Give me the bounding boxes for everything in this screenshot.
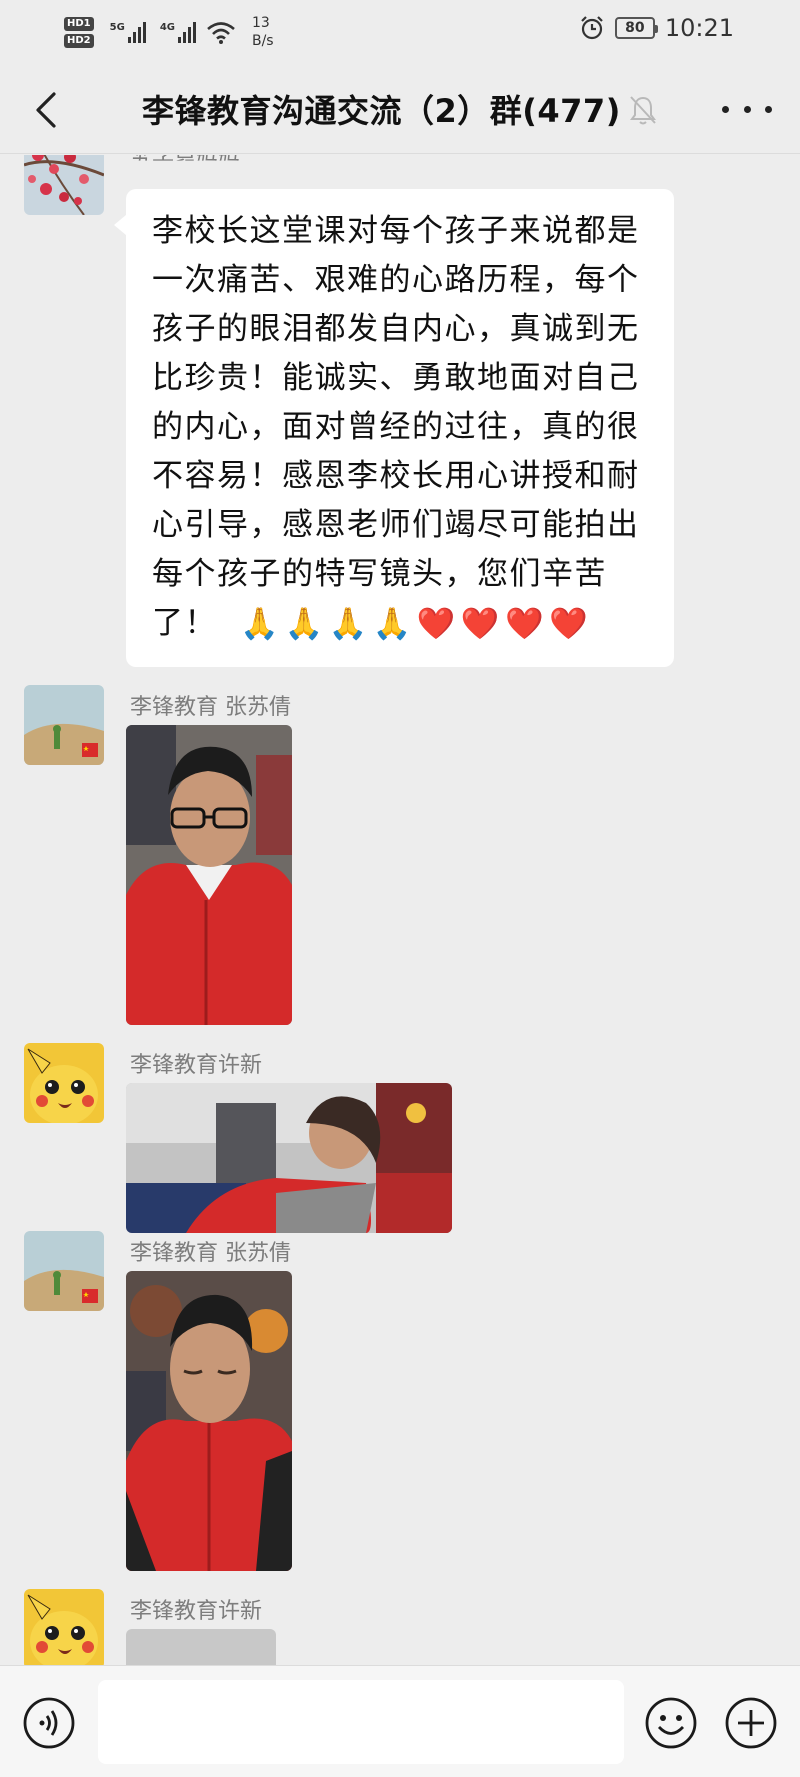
message-input[interactable] [98,1680,624,1764]
emoji-icon [645,1697,697,1749]
avatar-pikachu-image [24,1589,104,1665]
clock: 10:21 [664,14,734,42]
student-photo-image [126,1083,452,1233]
status-right: 80 10:21 [579,14,734,42]
more-dot [743,105,751,113]
sender-name: 李锋教育 张苏倩 [130,1241,291,1266]
back-arrow-icon [36,92,56,128]
text-message-bubble[interactable]: 李校长这堂课对每个孩子来说都是一次痛苦、艰难的心路历程，每个孩子的眼泪都发自内心… [114,189,674,667]
alarm-icon [581,16,603,40]
hd-indicators: HD1 HD2 [64,16,94,48]
sender-name: 李锋教育许新 [130,1599,263,1624]
emoji-row: 🙏 🙏 🙏 🙏 ❤️ ❤️ ❤️ ❤️ [240,600,589,649]
input-bar [0,1665,800,1777]
hd1-badge: HD1 [64,16,94,31]
photo-message[interactable] [126,725,292,1025]
network-speed-unit: B/s [251,33,274,49]
voice-icon [23,1697,75,1749]
wifi-icon [207,22,235,44]
more-button[interactable] [722,94,772,124]
sender-name: 李锋教育 张苏倩 [130,695,291,720]
plus-button[interactable] [724,1696,778,1750]
more-dot [765,105,772,113]
status-bar: HD1 HD2 5G 4G 13 B/s 80 10:21 [0,0,800,64]
signal-5g-icon: 5G [110,21,146,43]
heart-emoji: ❤️ [460,606,502,642]
network-speed-value: 13 [251,15,270,31]
avatar[interactable] [24,1043,104,1123]
signal-4g-icon: 4G [160,21,196,43]
avatar-flowers-image [24,155,104,215]
sender-name: 苏子昂妈妈 [130,155,241,174]
battery-icon: 80 [614,17,658,39]
folded-hands-emoji: 🙏 [240,606,281,642]
folded-hands-emoji: 🙏 [372,606,413,642]
message-text: 李校长这堂课对每个孩子来说都是一次痛苦、艰难的心路历程，每个孩子的眼泪都发自内心… [152,213,640,641]
heart-emoji: ❤️ [549,606,590,642]
avatar[interactable] [24,1231,104,1311]
folded-hands-emoji: 🙏 [284,606,325,642]
sender-name: 李锋教育许新 [130,1053,263,1078]
avatar[interactable] [24,1589,104,1665]
emoji-button[interactable] [644,1696,698,1750]
photo-message[interactable] [126,1083,452,1233]
photo-message[interactable] [126,1629,276,1665]
student-photo-image [126,1271,292,1571]
battery-level: 80 [625,20,645,36]
student-photo-image [126,725,292,1025]
avatar-desert-image [24,1231,104,1311]
heart-emoji: ❤️ [505,606,546,642]
chat-header: 李锋教育沟通交流（2）群(477) [0,64,800,154]
voice-button[interactable] [22,1696,76,1750]
bell-muted-icon [630,96,656,125]
avatar-desert-image [24,685,104,765]
folded-hands-emoji: 🙏 [328,606,369,642]
avatar[interactable] [24,685,104,765]
chat-message-list[interactable]: 苏子昂妈妈 李校长这堂课对每个孩子来说都是一次痛苦、艰难的心路历程，每个孩子的眼… [0,155,800,1665]
avatar-pikachu-image [24,1043,104,1123]
avatar[interactable] [24,155,104,215]
plus-icon [725,1697,777,1749]
hd2-badge: HD2 [64,33,94,48]
network-speed: 13 B/s [252,14,274,50]
photo-message[interactable] [126,1271,292,1571]
chat-title: 李锋教育沟通交流（2）群(477) [142,92,621,130]
status-left: HD1 HD2 5G 4G 13 B/s [64,14,274,50]
heart-emoji: ❤️ [416,606,457,642]
more-dot [722,105,729,113]
back-button[interactable] [26,88,66,132]
